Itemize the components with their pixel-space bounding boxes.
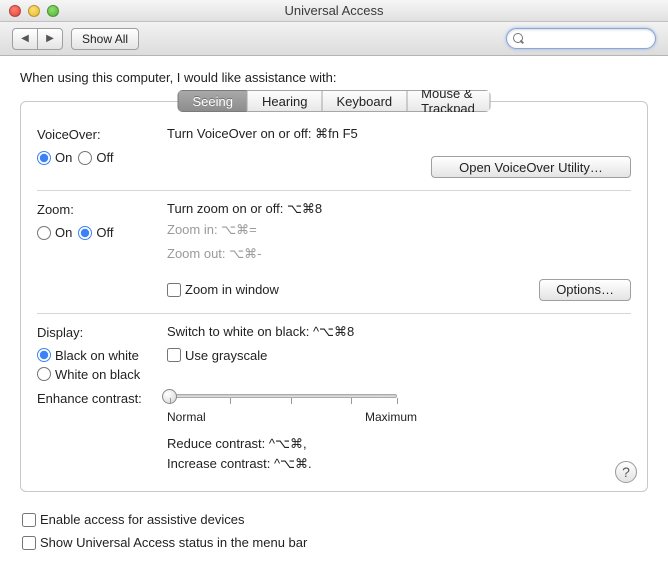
zoom-help: Turn zoom on or off: ⌥⌘8 xyxy=(167,201,631,217)
footer: Enable access for assistive devices Show… xyxy=(0,502,668,560)
tab-hearing[interactable]: Hearing xyxy=(247,90,322,112)
zoom-options-button[interactable]: Options… xyxy=(539,279,631,301)
search-icon xyxy=(513,33,524,45)
slider-min-label: Normal xyxy=(167,410,206,424)
zoom-out-hint: Zoom out: ⌥⌘- xyxy=(167,244,631,265)
show-all-button[interactable]: Show All xyxy=(71,28,139,50)
toolbar: ◀ ▶ Show All xyxy=(0,22,668,56)
chevron-left-icon: ◀ xyxy=(21,33,29,44)
show-status-menubar-checkbox[interactable]: Show Universal Access status in the menu… xyxy=(22,535,646,550)
voiceover-help: Turn VoiceOver on or off: ⌘fn F5 xyxy=(167,126,631,142)
titlebar: Universal Access xyxy=(0,0,668,22)
slider-ticks xyxy=(170,398,411,406)
tab-bar: Seeing Hearing Keyboard Mouse & Trackpad xyxy=(178,90,491,112)
enable-assistive-checkbox[interactable]: Enable access for assistive devices xyxy=(22,512,646,527)
window-title: Universal Access xyxy=(0,3,668,18)
chevron-right-icon: ▶ xyxy=(46,33,54,44)
search-input[interactable] xyxy=(528,32,649,46)
zoom-on-radio[interactable]: On xyxy=(37,225,72,240)
forward-button[interactable]: ▶ xyxy=(37,28,63,50)
open-voiceover-utility-button[interactable]: Open VoiceOver Utility… xyxy=(431,156,631,178)
zoom-row: Zoom: On Off Turn zoom on or off: ⌥⌘8 Zo… xyxy=(37,191,631,314)
seeing-group: Seeing Hearing Keyboard Mouse & Trackpad… xyxy=(20,101,648,492)
intro-text: When using this computer, I would like a… xyxy=(20,70,648,85)
reduce-contrast-hint: Reduce contrast: ^⌥⌘, xyxy=(167,434,631,455)
zoom-label: Zoom: xyxy=(37,202,167,217)
back-button[interactable]: ◀ xyxy=(12,28,38,50)
display-label: Display: xyxy=(37,325,167,340)
help-button[interactable]: ? xyxy=(615,461,637,483)
white-on-black-radio[interactable]: White on black xyxy=(37,367,167,382)
tab-mouse-trackpad[interactable]: Mouse & Trackpad xyxy=(406,90,490,112)
zoom-in-window-checkbox[interactable]: Zoom in window xyxy=(167,282,279,297)
tab-keyboard[interactable]: Keyboard xyxy=(322,90,407,112)
zoom-off-radio[interactable]: Off xyxy=(78,225,113,240)
increase-contrast-hint: Increase contrast: ^⌥⌘. xyxy=(167,454,631,475)
zoom-in-hint: Zoom in: ⌥⌘= xyxy=(167,220,631,241)
content: When using this computer, I would like a… xyxy=(0,56,668,502)
search-field[interactable] xyxy=(506,28,656,49)
tab-seeing[interactable]: Seeing xyxy=(178,90,247,112)
voiceover-row: VoiceOver: On Off Turn VoiceOver on or o… xyxy=(37,116,631,191)
contrast-slider[interactable]: Normal Maximum xyxy=(167,390,631,424)
voiceover-on-radio[interactable]: On xyxy=(37,150,72,165)
display-help: Switch to white on black: ^⌥⌘8 xyxy=(167,324,631,340)
display-row: Display: Black on white White on black S… xyxy=(37,314,631,382)
use-grayscale-checkbox[interactable]: Use grayscale xyxy=(167,348,267,363)
black-on-white-radio[interactable]: Black on white xyxy=(37,348,167,363)
contrast-row: Enhance contrast: Normal Maximum Reduce … xyxy=(37,382,631,480)
voiceover-off-radio[interactable]: Off xyxy=(78,150,113,165)
contrast-label: Enhance contrast: xyxy=(37,391,167,406)
slider-max-label: Maximum xyxy=(365,410,417,424)
voiceover-label: VoiceOver: xyxy=(37,127,167,142)
